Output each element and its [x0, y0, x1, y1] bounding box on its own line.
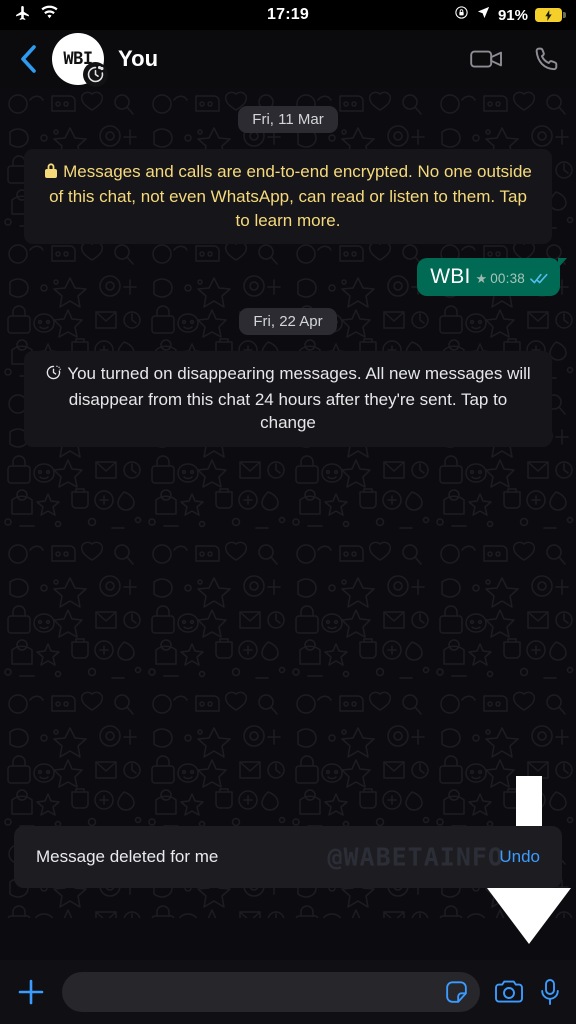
date-divider-row-2: Fri, 22 Apr — [14, 308, 562, 336]
back-button[interactable] — [8, 38, 50, 80]
message-meta: ★ 00:38 — [476, 271, 549, 286]
chat-header: WBI You — [0, 30, 576, 88]
message-input-bar — [0, 960, 576, 1024]
video-call-icon[interactable] — [470, 47, 504, 71]
disappearing-timer-icon — [83, 62, 108, 87]
snackbar-container: Message deleted for me @WABETAINFO Undo — [14, 826, 562, 888]
plus-icon[interactable] — [14, 977, 48, 1007]
status-bar-left — [14, 4, 59, 26]
location-arrow-icon — [476, 5, 491, 25]
whatsapp-chat-screen: 17:19 91% WBI You Fri, 11 Mar Messages a… — [0, 0, 576, 1024]
avatar[interactable]: WBI — [52, 33, 108, 87]
rotation-lock-icon — [454, 5, 469, 25]
search-input[interactable] — [80, 983, 443, 1001]
encryption-notice-text: Messages and calls are end-to-end encryp… — [49, 162, 532, 230]
date-divider-row: Fri, 11 Mar — [14, 106, 562, 133]
encryption-notice[interactable]: Messages and calls are end-to-end encryp… — [24, 149, 552, 245]
message-bubble-outgoing[interactable]: WBI ★ 00:38 — [417, 258, 567, 297]
sticker-icon[interactable] — [443, 979, 470, 1006]
camera-icon[interactable] — [494, 979, 524, 1006]
airplane-mode-icon — [14, 4, 31, 26]
microphone-icon[interactable] — [538, 978, 562, 1007]
message-timestamp: 00:38 — [490, 271, 525, 287]
message-row-outgoing: WBI ★ 00:38 — [14, 258, 567, 297]
header-actions — [470, 46, 560, 72]
disappearing-timer-icon — [45, 364, 62, 387]
date-chip-2[interactable]: Fri, 22 Apr — [239, 308, 337, 336]
star-icon: ★ — [475, 271, 488, 287]
chat-message-area: Fri, 11 Mar Messages and calls are end-t… — [0, 88, 576, 960]
disappearing-messages-notice[interactable]: You turned on disappearing messages. All… — [24, 351, 552, 447]
disappearing-notice-text: You turned on disappearing messages. All… — [67, 364, 531, 433]
page-title[interactable]: You — [118, 46, 158, 72]
battery-percent-label: 91% — [497, 6, 528, 24]
battery-charging-icon — [535, 8, 566, 22]
undo-button[interactable]: Undo — [499, 847, 540, 867]
wifi-icon — [40, 5, 59, 25]
date-chip[interactable]: Fri, 11 Mar — [238, 106, 338, 133]
lock-icon — [44, 162, 58, 185]
message-text: WBI — [430, 265, 471, 289]
status-bar-right: 91% — [454, 5, 566, 25]
voice-call-icon[interactable] — [534, 46, 560, 72]
read-double-check-icon — [530, 272, 549, 285]
message-input-field[interactable] — [62, 972, 480, 1012]
status-bar: 17:19 91% — [0, 0, 576, 30]
deleted-message-snackbar: Message deleted for me @WABETAINFO Undo — [14, 826, 562, 888]
watermark-text: @WABETAINFO — [327, 842, 504, 872]
snackbar-message: Message deleted for me — [36, 847, 219, 866]
